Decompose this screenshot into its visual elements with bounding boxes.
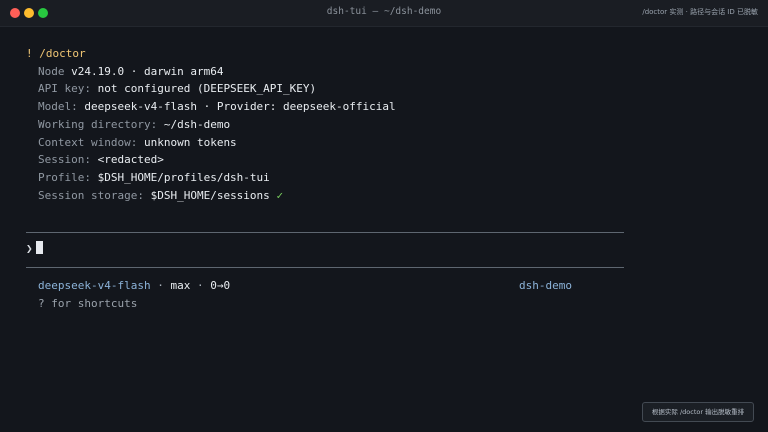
prompt-chevron-icon: ❯	[26, 242, 33, 255]
status-token-count: 0→0	[210, 279, 231, 292]
prompt-input[interactable]: ❯	[26, 241, 43, 255]
context-window-line: Context window: unknown tokens	[26, 134, 396, 152]
status-line: deepseek-v4-flash · max · 0→0	[38, 279, 231, 292]
session-label: Session:	[38, 153, 91, 167]
shortcuts-hint: ? for shortcuts	[38, 296, 138, 310]
prompt-bottom-divider	[26, 267, 624, 268]
status-bar: deepseek-v4-flash · max · 0→0 dsh-demo ?…	[38, 277, 572, 312]
node-line: Node v24.19.0 · darwin arm64	[26, 63, 396, 81]
corner-note: /doctor 实测 · 路径与会话 ID 已脱敏	[642, 8, 758, 16]
doctor-output: ! /doctor Node v24.19.0 · darwin arm64 A…	[26, 45, 396, 204]
context-window-label: Context window:	[38, 135, 138, 149]
session-storage-label: Session storage:	[38, 188, 144, 202]
api-key-value: not configured (DEEPSEEK_API_KEY)	[97, 82, 317, 96]
session-line: Session: <redacted>	[26, 151, 396, 169]
terminal-window: dsh-tui — ~/dsh-demo /doctor 实测 · 路径与会话 …	[0, 0, 768, 432]
model-label: Model:	[38, 100, 78, 114]
api-key-label: API key:	[38, 82, 91, 96]
text-cursor	[35, 241, 43, 254]
model-line: Model: deepseek-v4-flash · Provider: dee…	[26, 98, 396, 116]
node-label: Node	[38, 64, 65, 78]
model-value: deepseek-v4-flash · Provider: deepseek-o…	[84, 100, 396, 114]
prompt-top-divider	[26, 232, 624, 233]
node-value: v24.19.0 · darwin arm64	[71, 64, 224, 78]
profile-line: Profile: $DSH_HOME/profiles/dsh-tui	[26, 169, 396, 187]
profile-label: Profile:	[38, 170, 91, 184]
status-model: deepseek-v4-flash	[38, 279, 151, 292]
doctor-command: ! /doctor	[26, 47, 86, 60]
status-mode: max	[170, 279, 191, 292]
api-key-line: API key: not configured (DEEPSEEK_API_KE…	[26, 80, 396, 98]
check-icon: ✓	[276, 188, 284, 202]
working-directory-label: Working directory:	[38, 117, 158, 131]
session-value: <redacted>	[97, 153, 164, 167]
title-bar: dsh-tui — ~/dsh-demo /doctor 实测 · 路径与会话 …	[0, 0, 768, 27]
redaction-note-badge: 根据实际 /doctor 输出脱敏重排	[642, 402, 754, 422]
working-directory-line: Working directory: ~/dsh-demo	[26, 116, 396, 134]
session-storage-line: Session storage: $DSH_HOME/sessions ✓	[26, 187, 396, 205]
profile-value: $DSH_HOME/profiles/dsh-tui	[97, 170, 270, 184]
session-storage-value: $DSH_HOME/sessions	[150, 188, 270, 202]
status-project: dsh-demo	[519, 279, 572, 292]
working-directory-value: ~/dsh-demo	[163, 117, 231, 131]
context-window-value: unknown tokens	[143, 135, 237, 149]
